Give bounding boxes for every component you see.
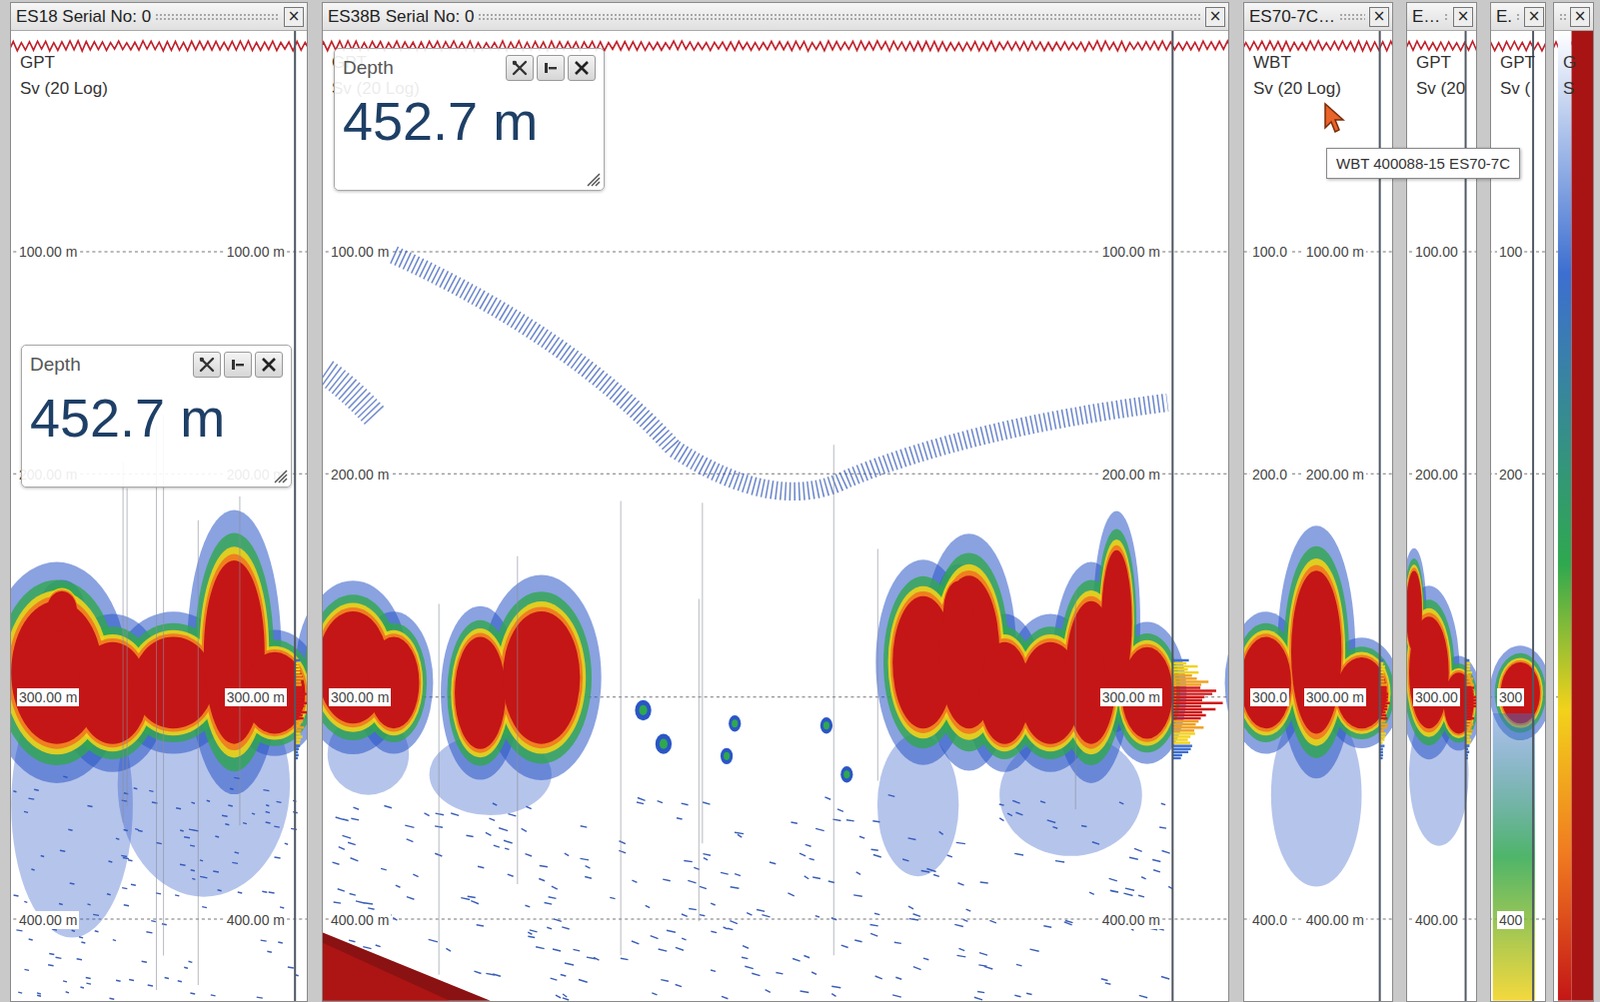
echogram[interactable]: GPTSv (20 Log)100.00 m100.00 m200.00 m20… [10, 30, 307, 1002]
channel-type: WBT [1253, 52, 1292, 73]
depth-tick-label: 100 [1497, 242, 1525, 261]
depth-tick-label: 300.00 m [16, 688, 79, 707]
depth-tick-label: 300.00 [1413, 688, 1461, 707]
resize-grip-icon[interactable] [584, 170, 601, 187]
depth-widget[interactable]: Depth 452.7 m [20, 344, 292, 488]
widget-settings-button[interactable] [192, 351, 221, 378]
widget-title: Depth [342, 56, 394, 79]
channel-quantity: S [1563, 78, 1575, 99]
channel-panel: ES18 Serial No: 0 × GPT Sv (20 Log) 100.00 m… [9, 1, 308, 1002]
channel-type: G [1563, 52, 1577, 73]
depth-tick-label: 400 [1497, 911, 1525, 930]
panel-title: E… [1412, 6, 1441, 27]
drag-grip[interactable] [1444, 12, 1450, 21]
widget-header: Depth [342, 54, 596, 81]
depth-tick-label: 400.00 m [16, 911, 79, 930]
widget-close-button[interactable] [567, 54, 596, 81]
echogram[interactable]: GS [1554, 30, 1594, 1002]
panel-header[interactable]: × [1554, 2, 1594, 31]
close-button[interactable]: × [1453, 6, 1474, 27]
depth-tick-label: 200.0 [1250, 465, 1290, 484]
panel-header[interactable]: E… × [1407, 2, 1477, 31]
channel-quantity: Sv (20 [1416, 78, 1466, 99]
minimize-icon [541, 58, 560, 77]
close-button[interactable]: × [1524, 6, 1545, 27]
depth-tick-label: 300.00 m [224, 688, 287, 707]
widget-title: Depth [29, 353, 81, 376]
tools-icon [510, 58, 529, 77]
resize-grip-icon[interactable] [271, 467, 288, 484]
panel-title: ES18 Serial No: 0 [15, 6, 151, 27]
depth-value: 452.7 m [342, 88, 596, 153]
depth-tick-label: 200.00 [1413, 465, 1461, 484]
channel-panel: ES38B Serial No: 0×GPTSv (20 Log)100.00 … [321, 1, 1230, 1002]
panel-title: E. [1496, 6, 1513, 27]
widget-minimize-button[interactable] [536, 54, 565, 81]
depth-tick-label: 100.0 [1250, 242, 1290, 261]
panel-title: ES38B Serial No: 0 [327, 6, 474, 27]
depth-tick-label: 100.00 m [224, 242, 287, 261]
panel-header[interactable]: ES38B Serial No: 0 × [322, 2, 1229, 31]
depth-tick-label: 100.00 m [16, 242, 79, 261]
echogram-image [1554, 30, 1594, 1002]
drag-grip[interactable] [1559, 12, 1567, 21]
depth-tick-label: 300 [1497, 688, 1525, 707]
close-button[interactable]: × [1570, 6, 1591, 27]
panel-header[interactable]: ES70-7C… × [1244, 2, 1393, 31]
depth-value: 452.7 m [29, 385, 283, 450]
channel-panel: × GS [1553, 1, 1595, 1002]
depth-tick-label: 400.0 [1250, 911, 1290, 930]
depth-tick-label: 400.00 [1413, 911, 1461, 930]
depth-tick-label: 200 [1497, 465, 1525, 484]
channel-type: GPT [19, 52, 55, 73]
depth-tick-label: 300.00 m [328, 688, 391, 707]
depth-tick-label: 300.00 m [1304, 688, 1367, 707]
widget-minimize-button[interactable] [223, 351, 252, 378]
widget-header: Depth [29, 351, 283, 378]
tooltip: WBT 400088-15 ES70-7C [1326, 147, 1521, 179]
echosounder-screen: ES18 Serial No: 0 × GPT Sv (20 Log) 100.00 m… [0, 0, 1600, 1002]
depth-tick-label: 100.00 m [1304, 242, 1367, 261]
panel-header[interactable]: ES18 Serial No: 0 × [10, 2, 307, 31]
drag-grip[interactable] [154, 12, 280, 21]
panel-header[interactable]: E. × [1491, 2, 1546, 31]
mouse-cursor-icon [1323, 101, 1346, 134]
echogram-image [10, 30, 307, 1002]
widget-close-button[interactable] [254, 351, 283, 378]
depth-tick-label: 400.00 m [224, 911, 287, 930]
depth-widget[interactable]: Depth 452.7 m [333, 47, 605, 191]
channel-quantity: Sv ( [1500, 78, 1531, 99]
close-icon [259, 355, 278, 374]
channel-type: GPT [1500, 52, 1536, 73]
depth-tick-label: 200.00 m [1100, 465, 1163, 484]
close-icon [572, 58, 591, 77]
close-button[interactable]: × [283, 6, 304, 27]
drag-grip[interactable] [1516, 12, 1521, 21]
panel-title: ES70-7C… [1249, 6, 1336, 27]
close-button[interactable]: × [1369, 6, 1390, 27]
tools-icon [197, 355, 216, 374]
widget-settings-button[interactable] [505, 54, 534, 81]
depth-tick-label: 100.00 m [1100, 242, 1163, 261]
minimize-icon [228, 355, 247, 374]
drag-grip[interactable] [477, 12, 1202, 21]
depth-tick-label: 400.00 m [1304, 911, 1367, 930]
depth-tick-label: 400.00 m [1100, 911, 1163, 930]
channel-quantity: Sv (20 Log) [19, 78, 108, 99]
depth-tick-label: 100.00 [1413, 242, 1461, 261]
depth-tick-label: 100.00 m [328, 242, 391, 261]
echogram[interactable]: GPTSv (20 Log)100.00 m100.00 m200.00 m20… [322, 30, 1229, 1002]
depth-tick-label: 400.00 m [328, 911, 391, 930]
depth-tick-label: 200.00 m [328, 465, 391, 484]
depth-tick-label: 300.0 [1250, 688, 1290, 707]
depth-tick-label: 300.00 m [1100, 688, 1163, 707]
depth-tick-label: 200.00 m [1304, 465, 1367, 484]
close-button[interactable]: × [1205, 6, 1226, 27]
channel-type: GPT [1416, 52, 1452, 73]
drag-grip[interactable] [1339, 12, 1366, 21]
channel-quantity: Sv (20 Log) [1253, 78, 1342, 99]
